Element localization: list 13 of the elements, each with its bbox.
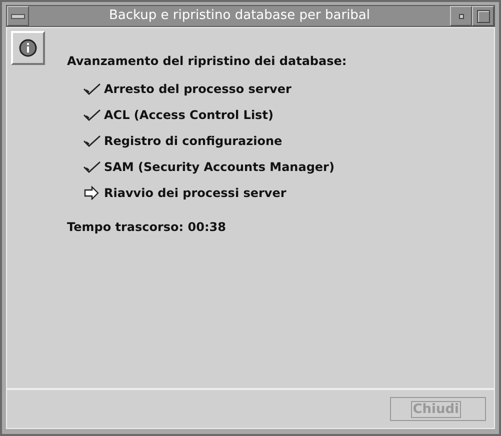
window-title: Backup e ripristino database per baribal <box>108 7 372 25</box>
info-button[interactable] <box>11 31 45 65</box>
maximize-button[interactable] <box>472 6 494 26</box>
step-label: Arresto del processo server <box>104 82 292 96</box>
progress-heading: Avanzamento del ripristino dei database: <box>67 54 347 68</box>
step-label: SAM (Security Accounts Manager) <box>104 160 334 174</box>
info-icon <box>19 39 37 57</box>
step-label: Registro di configurazione <box>104 134 282 148</box>
elapsed-time: Tempo trascorso: 00:38 <box>67 220 227 234</box>
minimize-button[interactable] <box>450 6 472 26</box>
step-label: Riavvio dei processi server <box>104 186 286 200</box>
step-label: ACL (Access Control List) <box>104 108 274 122</box>
window-menu-button[interactable] <box>7 6 29 26</box>
